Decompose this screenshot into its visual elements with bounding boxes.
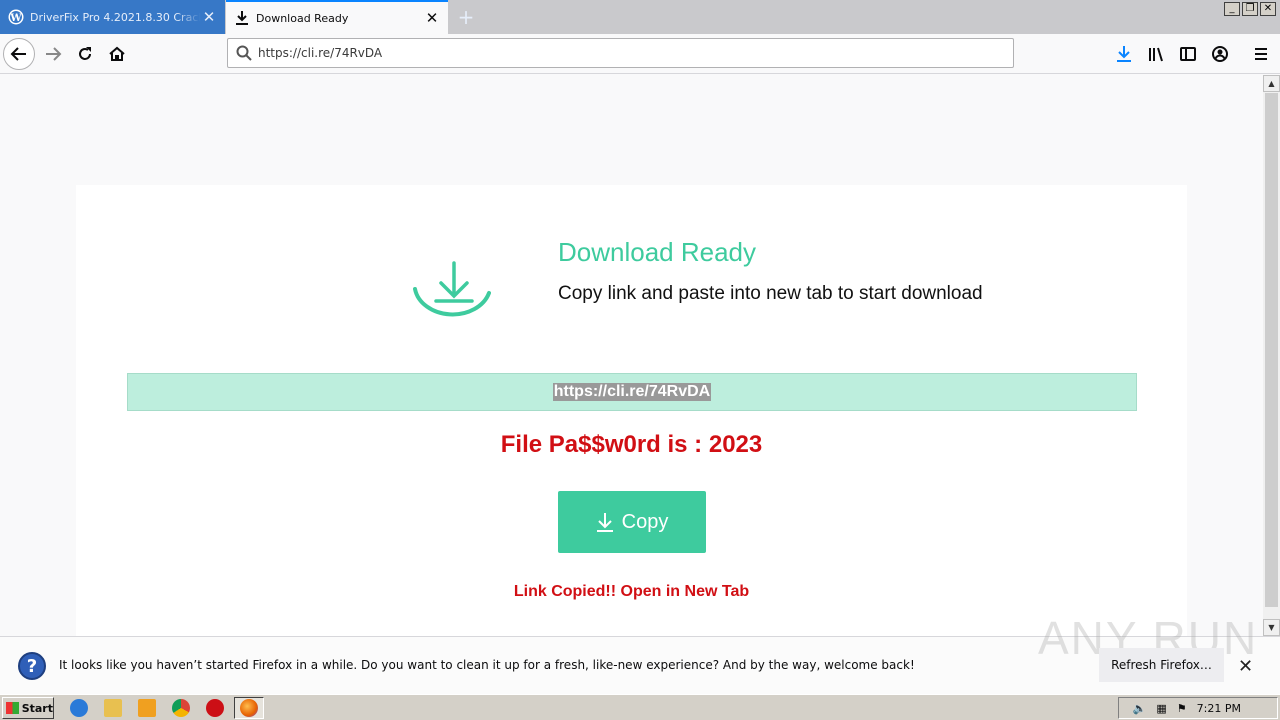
new-tab-button[interactable]: + [452,0,480,34]
library-button[interactable] [1140,38,1172,70]
start-button[interactable]: Start [2,697,54,719]
copy-button[interactable]: Copy [558,491,706,553]
downloads-button[interactable] [1108,38,1140,70]
home-icon [109,46,125,61]
copy-button-label: Copy [621,510,669,533]
home-button[interactable] [101,38,133,70]
tab-driverfix[interactable]: W DriverFix Pro 4.2021.8.30 Crack + ✕ [0,0,225,34]
reload-icon [79,47,91,60]
page-content: Download Ready Copy link and paste into … [0,75,1263,636]
restore-button[interactable]: ❐ [1242,2,1258,16]
page-title: Download Ready [558,237,757,267]
opera-icon[interactable] [206,699,224,717]
refresh-firefox-button[interactable]: Refresh Firefox… [1099,648,1224,682]
arrow-left-icon [10,47,26,61]
forward-button[interactable] [37,38,69,70]
close-icon[interactable]: ✕ [1238,656,1253,677]
ie-icon[interactable] [70,699,88,717]
minimize-button[interactable]: _ [1224,2,1240,16]
back-button[interactable] [3,38,35,70]
password-text: File Pa$$w0rd is : 2023 [500,431,763,458]
download-link[interactable]: https://cli.re/74RvDA [552,383,712,401]
explorer-icon[interactable] [104,699,122,717]
scroll-down-arrow[interactable]: ▼ [1263,619,1280,636]
firefox-taskbar-button[interactable] [234,697,264,719]
svg-text:W: W [9,13,22,24]
arrow-right-icon [46,47,62,61]
wordpress-icon: W [8,9,24,25]
system-tray: 🔈 ▦ ⚑ 7:21 PM [1118,697,1278,719]
close-icon[interactable]: ✕ [201,8,217,26]
tab-strip: W DriverFix Pro 4.2021.8.30 Crack + ✕ Do… [0,0,1280,34]
download-arrow-icon [1117,46,1131,62]
firefox-icon [240,699,258,717]
hamburger-icon [1255,48,1267,60]
menu-button[interactable] [1245,38,1277,70]
search-icon [236,45,252,61]
question-icon: ? [18,652,46,680]
sidebar-icon [1180,47,1196,61]
url-text: https://cli.re/74RvDA [258,46,383,60]
media-player-icon[interactable] [138,699,156,717]
library-icon [1149,47,1163,62]
network-icon[interactable]: ▦ [1156,702,1166,715]
tab-title: Download Ready [256,11,349,25]
volume-icon[interactable]: 🔈 [1133,702,1147,715]
notification-bar: ANY RUN ? It looks like you haven’t star… [0,612,1280,694]
page-subtitle: Copy link and paste into new tab to star… [558,283,983,304]
chrome-icon[interactable] [172,699,190,717]
taskbar: Start 🔈 ▦ ⚑ 7:21 PM [0,694,1280,720]
url-bar[interactable]: https://cli.re/74RvDA [227,38,1014,68]
window-controls: _ ❐ ✕ [1224,2,1276,16]
close-window-button[interactable]: ✕ [1260,2,1276,16]
tab-download-ready[interactable]: Download Ready ✕ [226,0,448,34]
account-button[interactable] [1204,38,1236,70]
vertical-scrollbar[interactable]: ▲ ▼ [1263,75,1280,636]
start-label: Start [21,701,53,715]
account-icon [1212,46,1228,62]
download-arrow-icon [596,513,613,532]
reload-button[interactable] [69,38,101,70]
nav-bar: https://cli.re/74RvDA [0,34,1280,74]
windows-logo-icon [6,702,19,714]
download-tray-icon [413,261,491,317]
tab-title: DriverFix Pro 4.2021.8.30 Crack + [30,10,201,24]
download-card: Download Ready Copy link and paste into … [76,185,1187,636]
clock: 7:21 PM [1196,701,1241,715]
close-icon[interactable]: ✕ [424,9,440,27]
scroll-thumb[interactable] [1265,93,1278,607]
link-box[interactable]: https://cli.re/74RvDA [127,373,1137,411]
notification-text: It looks like you haven’t started Firefo… [59,658,915,672]
flag-icon[interactable]: ⚑ [1177,702,1187,715]
link-copied-message: Link Copied!! Open in New Tab [513,583,750,600]
sidebar-button[interactable] [1172,38,1204,70]
scroll-up-arrow[interactable]: ▲ [1263,75,1280,92]
download-icon [236,11,248,25]
